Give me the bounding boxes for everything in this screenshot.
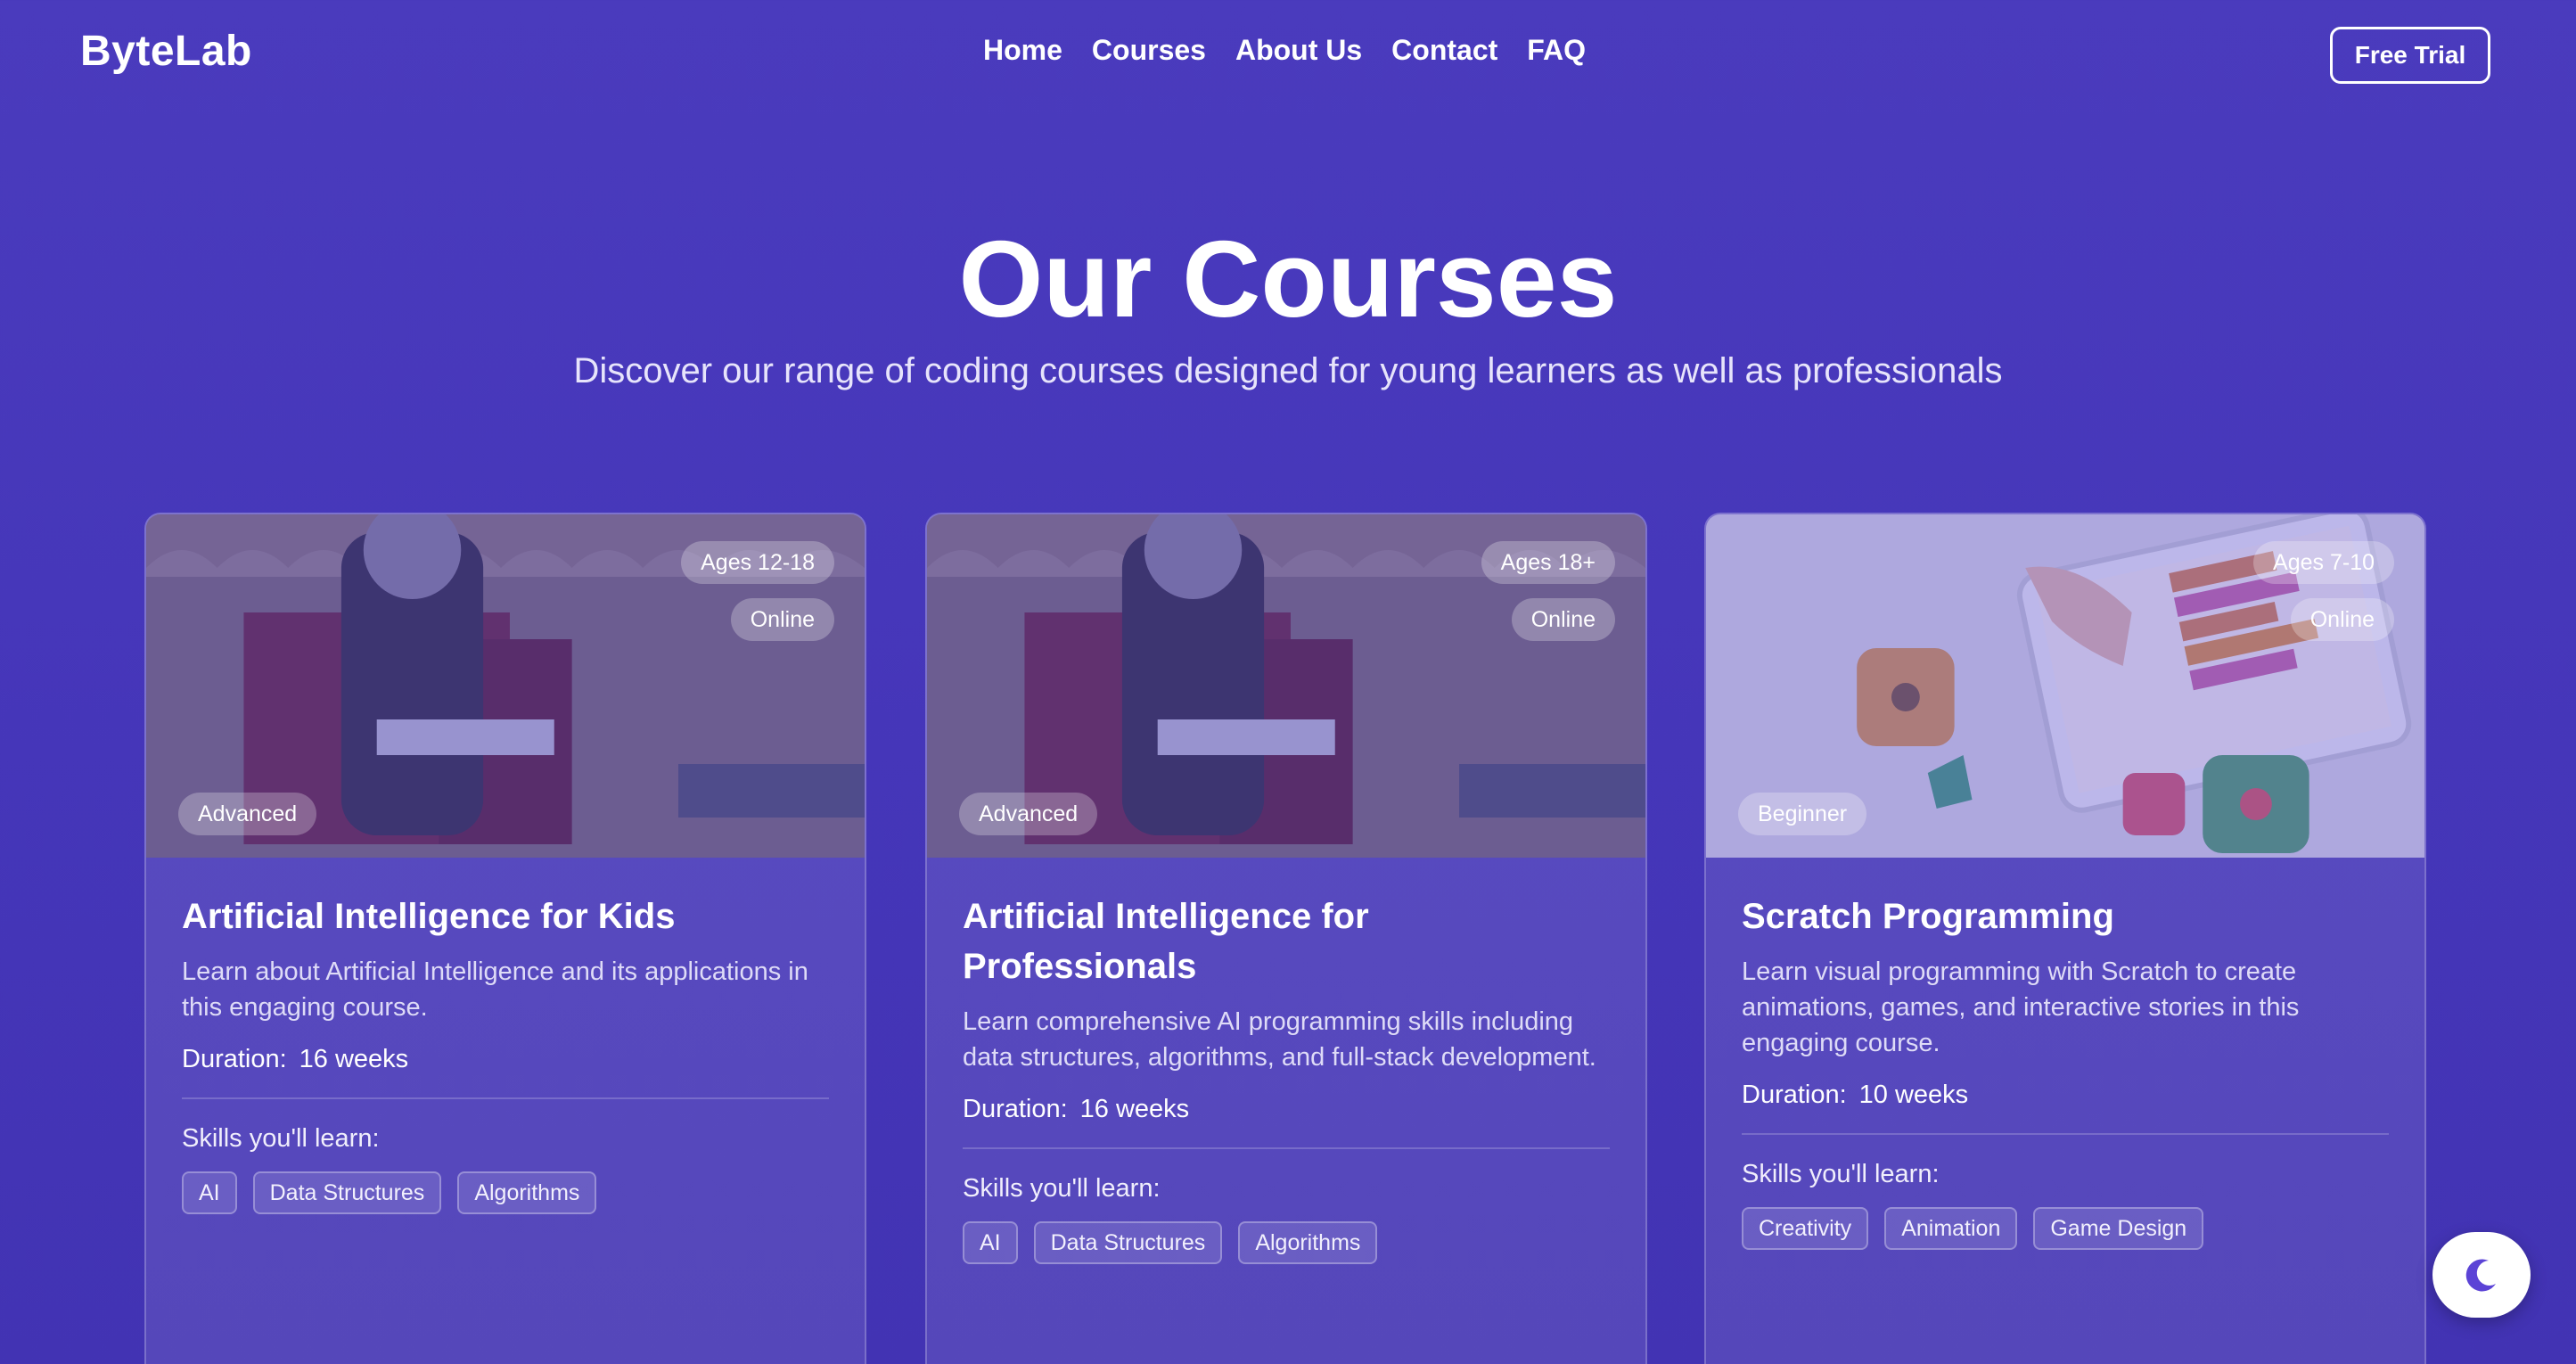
nav-link-courses[interactable]: Courses (1092, 34, 1206, 67)
duration-value: 10 weeks (1858, 1081, 1969, 1109)
page-subtitle: Discover our range of coding courses des… (573, 351, 2003, 390)
course-card-ai-professionals[interactable]: Ages 18+ Online Advanced Artificial Inte… (925, 513, 1647, 1364)
course-description: Learn comprehensive AI programming skill… (963, 1007, 1596, 1072)
free-trial-button[interactable]: Free Trial (2330, 27, 2490, 84)
page-title: Our Courses (958, 218, 1618, 340)
skill-tag: Creativity (1742, 1207, 1869, 1250)
duration-value: 16 weeks (1079, 1095, 1190, 1123)
skill-tags: AI Data Structures Algorithms (182, 1171, 829, 1214)
age-badge: Ages 12-18 (681, 541, 834, 584)
nav-link-home[interactable]: Home (983, 34, 1062, 67)
nav-link-faq[interactable]: FAQ (1527, 34, 1586, 67)
skill-tag: AI (963, 1221, 1018, 1264)
moon-icon (2465, 1259, 2496, 1292)
level-badge: Advanced (959, 793, 1098, 835)
nav-link-about-us[interactable]: About Us (1235, 34, 1362, 67)
skill-tag: AI (182, 1171, 237, 1214)
course-title[interactable]: Scratch Programming (1742, 892, 2389, 941)
age-badge: Ages 18+ (1481, 541, 1615, 584)
duration-label: Duration: (963, 1095, 1068, 1123)
course-description: Learn about Artificial Intelligence and … (182, 957, 808, 1022)
divider (1742, 1133, 2389, 1135)
skill-tag: Data Structures (252, 1171, 442, 1214)
skill-tag: Animation (1884, 1207, 2018, 1250)
theme-toggle-button[interactable] (2432, 1232, 2531, 1318)
course-duration: Duration: 16 weeks (963, 1095, 1610, 1124)
mode-badge: Online (1511, 598, 1615, 641)
duration-value: 16 weeks (299, 1045, 409, 1073)
skill-tag: Data Structures (1033, 1221, 1223, 1264)
skills-label: Skills you'll learn: (182, 1124, 380, 1153)
course-duration: Duration: 16 weeks (182, 1045, 829, 1074)
robot-on-bench-image: Ages 12-18 Online Advanced (146, 514, 865, 858)
skill-tag: Algorithms (457, 1171, 597, 1214)
course-card-scratch[interactable]: Ages 7-10 Online Beginner Scratch Progra… (1704, 513, 2426, 1364)
course-duration: Duration: 10 weeks (1742, 1081, 2389, 1110)
skills-label: Skills you'll learn: (1742, 1160, 1940, 1188)
course-title[interactable]: Artificial Intelligence for Professional… (963, 892, 1610, 991)
course-title[interactable]: Artificial Intelligence for Kids (182, 892, 829, 941)
tablet-scratch-image: Ages 7-10 Online Beginner (1706, 514, 2424, 858)
nav-link-contact[interactable]: Contact (1391, 34, 1497, 67)
level-badge: Advanced (178, 793, 317, 835)
main-menu: Home Courses About Us Contact FAQ (983, 34, 1586, 67)
logo[interactable]: ByteLab (80, 27, 252, 76)
duration-label: Duration: (1742, 1081, 1847, 1109)
age-badge: Ages 7-10 (2253, 541, 2394, 584)
course-card-ai-kids[interactable]: Ages 12-18 Online Advanced Artificial In… (144, 513, 866, 1364)
skills-label: Skills you'll learn: (963, 1174, 1161, 1203)
divider (182, 1097, 829, 1099)
course-description: Learn visual programming with Scratch to… (1742, 957, 2300, 1057)
skill-tag: Algorithms (1238, 1221, 1378, 1264)
top-nav: ByteLab Home Courses About Us Contact FA… (0, 0, 2576, 111)
level-badge: Beginner (1738, 793, 1867, 835)
duration-label: Duration: (182, 1045, 287, 1073)
skill-tags: Creativity Animation Game Design (1742, 1207, 2389, 1250)
divider (963, 1147, 1610, 1149)
skill-tags: AI Data Structures Algorithms (963, 1221, 1610, 1264)
robot-on-bench-image: Ages 18+ Online Advanced (927, 514, 1645, 858)
mode-badge: Online (730, 598, 834, 641)
mode-badge: Online (2290, 598, 2394, 641)
skill-tag: Game Design (2033, 1207, 2204, 1250)
